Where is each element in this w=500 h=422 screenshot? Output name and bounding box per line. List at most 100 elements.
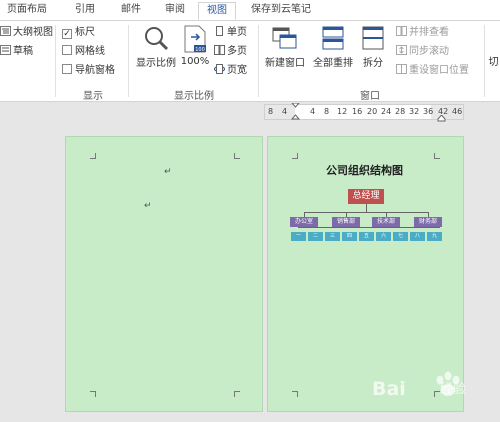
org-node-team[interactable]: 九	[427, 232, 442, 241]
ruler-tick: 28	[395, 107, 406, 116]
sync-scroll-button[interactable]: 同步滚动	[396, 44, 449, 60]
sync-scroll-icon	[396, 45, 407, 55]
new-window-button[interactable]: 新建窗口	[262, 25, 308, 69]
draft-view-icon	[0, 45, 11, 55]
draft-view-label: 草稿	[13, 46, 33, 57]
group-separator	[484, 25, 485, 97]
tab-mailings[interactable]: 邮件	[116, 2, 146, 20]
paragraph-mark: ↵	[144, 201, 152, 211]
reset-position-icon	[396, 64, 407, 74]
org-node-team[interactable]: 四	[342, 232, 357, 241]
split-button[interactable]: 拆分	[358, 25, 388, 69]
tab-references[interactable]: 引用	[70, 2, 100, 20]
org-node-department[interactable]: 办公室	[290, 217, 318, 227]
arrange-all-icon	[322, 26, 344, 50]
zoom-label: 显示比例	[136, 58, 176, 69]
watermark-sub: 经验	[440, 382, 467, 397]
one-page-label: 单页	[227, 27, 247, 38]
zoom-100-label: 100%	[180, 56, 210, 67]
org-node-team[interactable]: 二	[308, 232, 323, 241]
margin-corner	[292, 153, 298, 159]
org-node-team[interactable]: 七	[393, 232, 408, 241]
multi-page-icon	[214, 45, 225, 55]
org-node-general-manager[interactable]: 总经理	[348, 189, 384, 204]
outline-view-label: 大纲视图	[13, 27, 53, 38]
org-node-team[interactable]: 三	[325, 232, 340, 241]
ruler-tick: 8	[268, 107, 274, 116]
page-100-badge: 100	[195, 47, 205, 53]
ruler-tick: 32	[409, 107, 420, 116]
side-by-side-button[interactable]: 并排查看	[396, 25, 449, 41]
org-node-team[interactable]: 五	[359, 232, 374, 241]
multi-page-button[interactable]: 多页	[214, 44, 247, 60]
ruler-tick: 16	[352, 107, 363, 116]
org-node-department[interactable]: 财务部	[414, 217, 442, 227]
margin-corner	[434, 153, 440, 159]
zoom-group-label: 显示比例	[174, 91, 214, 102]
org-node-department[interactable]: 技术部	[372, 217, 400, 227]
tab-page-layout[interactable]: 页面布局	[2, 2, 52, 20]
indent-marker-icon[interactable]	[291, 103, 300, 121]
ruler-checkbox[interactable]: ✓ 标尺	[62, 25, 95, 41]
org-connector	[304, 212, 428, 213]
page-100-icon: 100	[184, 25, 206, 53]
draft-view-button[interactable]: 草稿	[0, 44, 33, 60]
tab-view[interactable]: 视图	[198, 2, 236, 20]
ruler-tick: 20	[367, 107, 378, 116]
ruler-tick: 4	[282, 107, 288, 116]
switch-window-label: 切	[488, 57, 499, 68]
org-node-team[interactable]: 八	[410, 232, 425, 241]
ribbon-tabs: 页面布局 引用 邮件 审阅 视图 保存到云笔记	[0, 0, 500, 20]
margin-corner	[234, 391, 240, 397]
arrange-all-button[interactable]: 全部重排	[310, 25, 356, 69]
one-page-icon	[216, 26, 223, 36]
ruler-tick: 46	[452, 107, 463, 116]
page-width-label: 页宽	[227, 65, 247, 76]
margin-corner	[292, 391, 298, 397]
new-window-label: 新建窗口	[265, 58, 305, 69]
org-connector	[298, 227, 440, 228]
nav-pane-checkbox[interactable]: 导航窗格	[62, 63, 115, 79]
ruler-tick: 4	[310, 107, 316, 116]
switch-window-button[interactable]: 切	[487, 53, 500, 68]
right-indent-marker-icon[interactable]	[437, 115, 446, 122]
document-page-1[interactable]: ↵ ↵	[65, 136, 263, 412]
zoom-button[interactable]: 显示比例	[134, 25, 178, 69]
ruler-tick: 12	[337, 107, 348, 116]
outline-view-icon	[0, 26, 11, 36]
group-separator	[128, 25, 129, 97]
reset-position-button[interactable]: 重设窗口位置	[396, 63, 469, 79]
tab-review[interactable]: 审阅	[160, 2, 190, 20]
watermark-brand: Bai	[372, 378, 406, 400]
ruler-check-icon: ✓	[62, 29, 72, 39]
multi-page-label: 多页	[227, 46, 247, 57]
ruler-tick: 8	[324, 107, 330, 116]
horizontal-ruler[interactable]: 8 4 4 8 12 16 20 24 28 32 36 42 46	[264, 103, 464, 122]
org-chart-title: 公司组织结构图	[326, 164, 403, 177]
magnifier-icon	[145, 27, 169, 51]
org-node-team[interactable]: 一	[291, 232, 306, 241]
margin-corner	[90, 153, 96, 159]
side-by-side-icon	[396, 26, 407, 36]
outline-view-button[interactable]: 大纲视图	[0, 25, 53, 41]
org-node-team[interactable]: 六	[376, 232, 391, 241]
ribbon: 大纲视图 草稿 ✓ 标尺 网格线 导航窗格 显示 显示比例 100 100% 单页…	[0, 20, 500, 102]
ruler-tick: 36	[423, 107, 434, 116]
tab-cloud-notes[interactable]: 保存到云笔记	[244, 2, 318, 20]
margin-corner	[90, 391, 96, 397]
side-by-side-label: 并排查看	[409, 27, 449, 38]
gridlines-checkbox[interactable]: 网格线	[62, 44, 105, 60]
nav-pane-check-icon	[62, 64, 72, 74]
arrange-all-label: 全部重排	[313, 58, 353, 69]
page-width-button[interactable]: 页宽	[214, 63, 247, 79]
zoom-100-button[interactable]: 100 100%	[180, 25, 210, 67]
one-page-button[interactable]: 单页	[214, 25, 247, 41]
window-group-label: 窗口	[360, 91, 380, 102]
org-connector	[366, 204, 367, 212]
nav-pane-label: 导航窗格	[75, 65, 115, 76]
margin-corner	[234, 153, 240, 159]
org-node-department[interactable]: 销售部	[332, 217, 360, 227]
new-window-icon	[272, 27, 297, 49]
sync-scroll-label: 同步滚动	[409, 46, 449, 57]
gridlines-check-icon	[62, 45, 72, 55]
